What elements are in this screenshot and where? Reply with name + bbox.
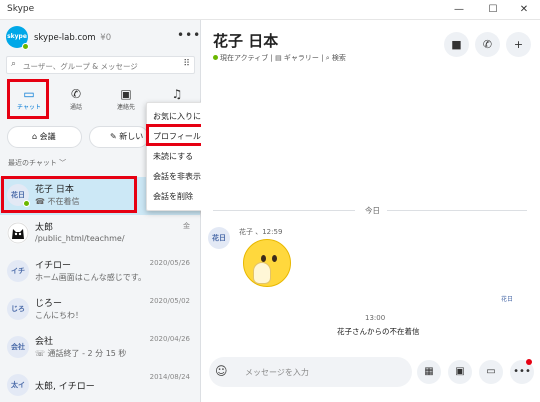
menu-item-delete[interactable]: 会話を削除 — [153, 191, 193, 202]
chat-item-group[interactable]: 太イ 太郎, イチロー 2014/08/24 — [0, 367, 200, 402]
chat-preview: こんにちわ！ — [35, 311, 83, 320]
video-call-button[interactable]: ■ — [444, 32, 469, 57]
profile-name[interactable]: skype-lab.com ¥0 — [34, 33, 111, 43]
call-end-icon: ☏ — [35, 349, 48, 358]
chat-date: 2020/04/26 — [149, 335, 190, 343]
divider-left — [213, 210, 355, 211]
phone-icon: ✆ — [70, 87, 82, 101]
chat-preview: /public_html/teachme/ — [35, 234, 125, 243]
gallery-icon: ▤ — [275, 54, 284, 62]
meet-label: 会議 — [39, 132, 56, 141]
maximize-button[interactable]: ☐ — [477, 0, 509, 20]
more-options-icon[interactable]: ••• — [177, 28, 201, 42]
phone-icon: ✆ — [482, 38, 493, 51]
message-extras-button[interactable]: ▭ — [479, 360, 503, 384]
contacts-icon: ▣ — [120, 87, 132, 101]
tab-calls[interactable]: ✆ 通話 — [56, 81, 96, 119]
divider-right — [387, 210, 527, 211]
chat-name: 太郎 — [35, 223, 54, 233]
presence-indicator — [22, 43, 29, 50]
chat-date: 2014/08/24 — [149, 373, 190, 381]
chat-preview: ☏ 通話終了 - 2 分 15 秒 — [35, 348, 126, 359]
chat-name: 会社 — [35, 337, 54, 347]
conversation-subtitle: 現在アクティブ | ▤ ギャラリー | ⌕ 検索 — [213, 53, 346, 63]
avatar: 会社 — [7, 336, 29, 358]
recent-chats-label[interactable]: 最近のチャット ﹀ — [8, 158, 66, 168]
more-icon: ••• — [513, 366, 531, 377]
day-divider-label: 今日 — [365, 206, 380, 215]
chat-date: 2020/05/02 — [149, 297, 190, 305]
minimize-button[interactable]: — — [443, 0, 475, 20]
avatar — [7, 222, 29, 244]
emoji-eye-left — [261, 255, 266, 262]
search-icon: ⌕ — [11, 59, 17, 69]
gallery-button[interactable]: ▦ — [417, 360, 441, 384]
title-bar: Skype — ☐ ✕ — [0, 0, 540, 20]
meet-now-button[interactable]: ⌂ 会議 — [7, 126, 82, 148]
avatar: イチ — [7, 260, 29, 282]
highlight-chat-tab — [7, 79, 49, 119]
emoji-eye-right — [272, 255, 277, 262]
tab-contacts-label: 連絡先 — [116, 104, 135, 111]
contact-card-button[interactable]: ▣ — [448, 360, 472, 384]
bell-icon: ♫ — [171, 87, 183, 101]
dialpad-icon[interactable]: ⠿ — [183, 59, 190, 69]
read-receipt-avatar: 花日 — [501, 296, 514, 303]
message-input[interactable]: ☺ メッセージを入力 — [209, 357, 412, 387]
contact-card-icon: ▣ — [455, 366, 465, 377]
menu-item-mark-unread[interactable]: 未読にする — [153, 151, 193, 162]
search-placeholder: ユーザー、グループ & メッセージ — [23, 62, 138, 71]
chat-date: 金 — [183, 222, 190, 230]
sidebar: skype skype-lab.com ¥0 ••• ⌕ ユーザー、グループ &… — [0, 20, 201, 402]
presence-dot — [213, 55, 218, 60]
avatar: 太イ — [7, 374, 29, 396]
new-chat-button[interactable]: ✎ 新しい — [89, 126, 149, 148]
status-text: 現在アクティブ — [220, 54, 269, 62]
message-icon: ▭ — [486, 366, 496, 377]
cat-avatar-icon — [7, 222, 29, 244]
profile-name-text: skype-lab.com — [34, 33, 96, 43]
video-icon: ■ — [451, 38, 462, 51]
gallery-link[interactable]: ギャラリー — [284, 54, 319, 62]
chat-name: イチロー — [35, 261, 72, 271]
avatar: じろ — [7, 298, 29, 320]
add-people-button[interactable]: + — [506, 32, 531, 57]
emoji-icon[interactable]: ☺ — [215, 364, 228, 378]
message-meta: 花子 、12:59 — [239, 228, 283, 236]
chat-name: じろー — [35, 299, 63, 309]
highlight-chat-item — [1, 176, 137, 213]
video-icon: ⌂ — [32, 132, 40, 141]
message-avatar[interactable]: 花日 — [208, 227, 230, 249]
conversation-title[interactable]: 花子 日本 — [213, 30, 278, 51]
chat-name: 太郎, イチロー — [35, 382, 95, 392]
chat-item-taro[interactable]: 太郎 /public_html/teachme/ 金 — [0, 215, 200, 253]
missed-call-message: 花子さんからの不在着信 — [337, 327, 420, 336]
add-person-icon: + — [513, 38, 524, 51]
wave-emoji-icon[interactable] — [243, 239, 291, 287]
chat-item-jiro[interactable]: じろ じろー こんにちわ！ 2020/05/02 — [0, 291, 200, 329]
chat-date: 2020/05/26 — [149, 259, 190, 267]
chat-preview: ホーム画面はこんな感じです。 — [35, 273, 146, 282]
chat-item-company[interactable]: 会社 会社 ☏ 通話終了 - 2 分 15 秒 2020/04/26 — [0, 329, 200, 367]
call-time: 13:00 — [365, 314, 386, 322]
chat-preview-text: 通話終了 - 2 分 15 秒 — [47, 349, 127, 358]
profile-credit: ¥0 — [100, 33, 112, 43]
new-chat-label: 新しい — [119, 132, 144, 141]
search-link[interactable]: 検索 — [332, 54, 346, 62]
audio-call-button[interactable]: ✆ — [475, 32, 500, 57]
message-placeholder: メッセージを入力 — [245, 368, 309, 377]
chat-item-ichiro[interactable]: イチ イチロー ホーム画面はこんな感じです。 2020/05/26 — [0, 253, 200, 291]
edit-icon: ✎ — [110, 132, 120, 141]
close-button[interactable]: ✕ — [508, 0, 540, 20]
search-input[interactable]: ⌕ ユーザー、グループ & メッセージ ⠿ — [6, 56, 195, 74]
emoji-hand — [253, 262, 271, 284]
gallery-icon: ▦ — [424, 366, 434, 377]
conversation-pane: 花子 日本 現在アクティブ | ▤ ギャラリー | ⌕ 検索 ■ ✆ + 今日 … — [201, 20, 540, 402]
tab-contacts[interactable]: ▣ 連絡先 — [106, 81, 146, 119]
notification-dot — [526, 359, 532, 365]
window-title: Skype — [7, 4, 35, 14]
menu-item-hide[interactable]: 会話を非表示 — [153, 171, 201, 182]
tab-calls-label: 通話 — [69, 104, 82, 111]
